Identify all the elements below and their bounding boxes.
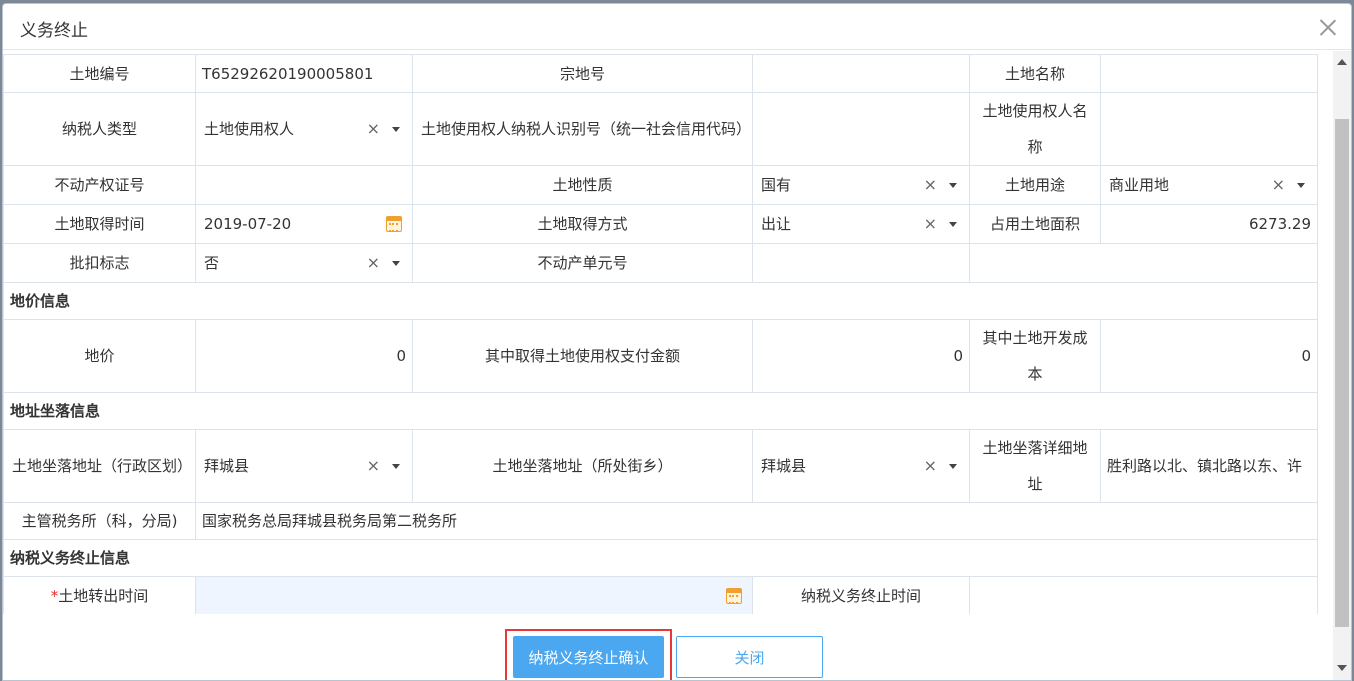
acq-time-value: 2019-07-20 bbox=[204, 215, 292, 233]
acq-time-datebox[interactable]: 2019-07-20 bbox=[195, 204, 413, 244]
detail-address-value: 胜利路以北、镇北路以东、许 bbox=[1100, 429, 1318, 503]
chevron-down-icon[interactable] bbox=[1297, 183, 1305, 188]
taxpayer-type-label: 纳税人类型 bbox=[3, 92, 196, 166]
area-value: 6273.29 bbox=[1100, 204, 1318, 244]
street-value: 拜城县 bbox=[761, 457, 807, 475]
clear-icon[interactable]: × bbox=[924, 167, 937, 203]
land-name-label: 土地名称 bbox=[969, 54, 1101, 93]
chevron-down-icon[interactable] bbox=[949, 464, 957, 469]
dev-cost-label: 其中土地开发成本 bbox=[969, 319, 1101, 393]
clear-icon[interactable]: × bbox=[924, 448, 937, 484]
land-info-form: 土地编号 T65292620190005801 宗地号 土地名称 纳税人类型 土… bbox=[3, 54, 1318, 614]
parcel-no-value bbox=[752, 54, 970, 93]
admin-region-select[interactable]: 拜城县 × bbox=[195, 429, 413, 503]
price-section-title: 地价信息 bbox=[3, 282, 1318, 320]
unit-no-value bbox=[752, 243, 970, 283]
withhold-value: 否 bbox=[204, 254, 220, 272]
clear-icon[interactable]: × bbox=[1272, 167, 1285, 203]
street-select[interactable]: 拜城县 × bbox=[752, 429, 970, 503]
scroll-down-icon[interactable] bbox=[1337, 665, 1347, 671]
vertical-scrollbar[interactable] bbox=[1333, 51, 1351, 680]
admin-region-label: 土地坐落地址（行政区划） bbox=[3, 429, 196, 503]
land-use-select[interactable]: 商业用地 × bbox=[1100, 165, 1318, 205]
end-time-value bbox=[969, 576, 1318, 614]
dialog-header: 义务终止 bbox=[3, 4, 1351, 50]
taxpayer-id-value bbox=[752, 92, 970, 166]
acq-time-label: 土地取得时间 bbox=[3, 204, 196, 244]
clear-icon[interactable]: × bbox=[367, 448, 380, 484]
calendar-icon[interactable] bbox=[386, 216, 402, 232]
land-no-label: 土地编号 bbox=[3, 54, 196, 93]
dev-cost-value: 0 bbox=[1100, 319, 1318, 393]
address-section-title: 地址坐落信息 bbox=[3, 392, 1318, 430]
close-icon[interactable] bbox=[1317, 16, 1339, 38]
unit-no-label: 不动产单元号 bbox=[412, 243, 753, 283]
street-label: 土地坐落地址（所处街乡） bbox=[412, 429, 753, 503]
acq-method-value: 出让 bbox=[761, 215, 792, 233]
price-value: 0 bbox=[195, 319, 413, 393]
scroll-up-icon[interactable] bbox=[1337, 59, 1347, 65]
tax-office-label: 主管税务所（科，分局) bbox=[3, 502, 196, 540]
transfer-time-label: *土地转出时间 bbox=[3, 576, 196, 614]
withhold-select[interactable]: 否 × bbox=[195, 243, 413, 283]
admin-region-value: 拜城县 bbox=[204, 457, 250, 475]
confirm-termination-button[interactable]: 纳税义务终止确认 bbox=[513, 636, 664, 678]
clear-icon[interactable]: × bbox=[924, 206, 937, 242]
chevron-down-icon[interactable] bbox=[949, 222, 957, 227]
land-use-label: 土地用途 bbox=[969, 165, 1101, 205]
acq-pay-label: 其中取得土地使用权支付金额 bbox=[412, 319, 753, 393]
taxpayer-type-select[interactable]: 土地使用权人 × bbox=[195, 92, 413, 166]
transfer-time-datebox[interactable] bbox=[195, 576, 753, 614]
acq-pay-value: 0 bbox=[752, 319, 970, 393]
chevron-down-icon[interactable] bbox=[392, 261, 400, 266]
taxpayer-id-label: 土地使用权人纳税人识别号（统一社会信用代码） bbox=[412, 92, 753, 166]
taxpayer-type-value: 土地使用权人 bbox=[204, 120, 295, 138]
withhold-label: 批扣标志 bbox=[3, 243, 196, 283]
chevron-down-icon[interactable] bbox=[392, 464, 400, 469]
land-no-value: T65292620190005801 bbox=[195, 54, 413, 93]
cert-no-value bbox=[195, 165, 413, 205]
parcel-no-label: 宗地号 bbox=[412, 54, 753, 93]
clear-icon[interactable]: × bbox=[367, 245, 380, 281]
owner-name-label: 土地使用权人名称 bbox=[969, 92, 1101, 166]
cert-no-label: 不动产权证号 bbox=[3, 165, 196, 205]
area-label: 占用土地面积 bbox=[969, 204, 1101, 244]
termination-section-title: 纳税义务终止信息 bbox=[3, 539, 1318, 577]
detail-address-label: 土地坐落详细地址 bbox=[969, 429, 1101, 503]
transfer-time-label-text: 土地转出时间 bbox=[58, 587, 149, 605]
land-nature-select[interactable]: 国有 × bbox=[752, 165, 970, 205]
price-label: 地价 bbox=[3, 319, 196, 393]
owner-name-value bbox=[1100, 92, 1318, 166]
acq-method-label: 土地取得方式 bbox=[412, 204, 753, 244]
clear-icon[interactable]: × bbox=[367, 111, 380, 147]
scroll-thumb[interactable] bbox=[1335, 119, 1349, 627]
land-name-value bbox=[1100, 54, 1318, 93]
termination-dialog: 义务终止 土地编号 T65292620190005801 宗地号 土地名称 纳税… bbox=[2, 3, 1352, 681]
dialog-title: 义务终止 bbox=[20, 21, 88, 41]
calendar-icon[interactable] bbox=[726, 588, 742, 604]
chevron-down-icon[interactable] bbox=[392, 127, 400, 132]
acq-method-select[interactable]: 出让 × bbox=[752, 204, 970, 244]
empty-cell bbox=[969, 243, 1318, 283]
close-button[interactable]: 关闭 bbox=[676, 636, 823, 678]
dialog-footer: 纳税义务终止确认 关闭 bbox=[3, 614, 1334, 680]
tax-office-value: 国家税务总局拜城县税务局第二税务所 bbox=[195, 502, 1318, 540]
land-nature-label: 土地性质 bbox=[412, 165, 753, 205]
chevron-down-icon[interactable] bbox=[949, 183, 957, 188]
end-time-label: 纳税义务终止时间 bbox=[752, 576, 970, 614]
land-use-value: 商业用地 bbox=[1109, 176, 1170, 194]
dialog-body: 土地编号 T65292620190005801 宗地号 土地名称 纳税人类型 土… bbox=[3, 50, 1334, 614]
land-nature-value: 国有 bbox=[761, 176, 792, 194]
